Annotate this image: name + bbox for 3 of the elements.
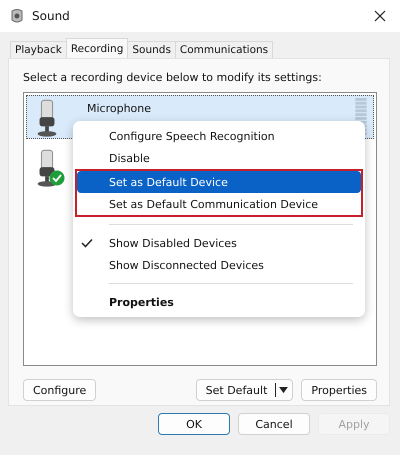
window-title: Sound — [32, 9, 71, 23]
instruction-text: Select a recording device below to modify its settings: — [23, 71, 323, 84]
device-name: Microphone — [87, 102, 152, 115]
